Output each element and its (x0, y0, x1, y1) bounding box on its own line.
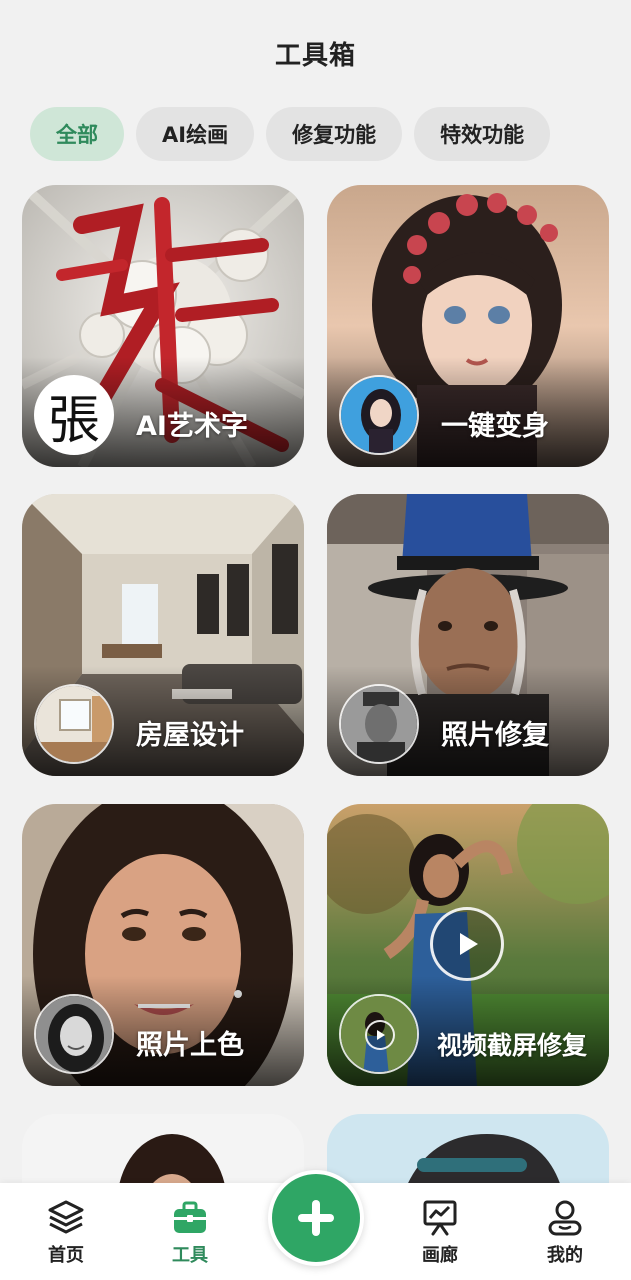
chip-ai-drawing[interactable]: AI绘画 (136, 107, 255, 161)
tool-label-ai-art-text: AI艺术字 (136, 411, 248, 442)
thumb-play-icon (365, 1020, 395, 1050)
nav-mine-label: 我的 (547, 1245, 583, 1266)
tool-label-transform: 一键变身 (441, 411, 549, 442)
tool-card-transform[interactable]: 一键变身 (327, 185, 609, 467)
nav-gallery-label: 画廊 (422, 1245, 458, 1266)
tool-label-house-design: 房屋设计 (136, 720, 244, 751)
nav-home-label: 首页 (48, 1245, 84, 1266)
tool-card-photo-colorize[interactable]: 照片上色 (22, 804, 304, 1086)
create-button[interactable] (268, 1170, 364, 1266)
presentation-icon (423, 1200, 457, 1236)
tool-card-ai-art-text[interactable]: 張 AI艺术字 (22, 185, 304, 467)
chip-all[interactable]: 全部 (30, 107, 124, 161)
chip-effects[interactable]: 特效功能 (414, 107, 551, 161)
tool-label-video-repair: 视频截屏修复 (437, 1031, 588, 1060)
tool-label-photo-repair: 照片修复 (441, 720, 549, 751)
chip-repair[interactable]: 修复功能 (266, 107, 403, 161)
user-icon (548, 1200, 582, 1236)
header: 工具箱 (0, 0, 631, 100)
toolbox-icon (174, 1201, 206, 1233)
nav-mine[interactable]: 我的 (525, 1197, 605, 1267)
layers-icon (48, 1200, 84, 1234)
photo-repair-thumbnail (339, 684, 419, 764)
play-icon[interactable] (430, 907, 504, 981)
tool-card-house-design[interactable]: 房屋设计 (22, 494, 304, 776)
tool-label-photo-colorize: 照片上色 (136, 1030, 244, 1061)
nav-tools[interactable]: 工具 (150, 1197, 230, 1267)
house-design-thumbnail (34, 684, 114, 764)
ai-art-text-thumbnail: 張 (34, 375, 114, 455)
nav-home[interactable]: 首页 (26, 1197, 106, 1267)
video-repair-thumbnail (339, 994, 419, 1074)
tool-card-video-repair[interactable]: 视频截屏修复 (327, 804, 609, 1086)
thumb-character: 張 (47, 390, 100, 451)
plus-icon (298, 1200, 334, 1236)
transform-thumbnail (339, 375, 419, 455)
filter-chips: 全部 AI绘画 修复功能 特效功能 (30, 107, 551, 161)
nav-gallery[interactable]: 画廊 (400, 1197, 480, 1267)
photo-colorize-thumbnail (34, 994, 114, 1074)
page-title: 工具箱 (274, 40, 356, 71)
nav-tools-label: 工具 (172, 1245, 208, 1266)
tool-card-photo-repair[interactable]: 照片修复 (327, 494, 609, 776)
